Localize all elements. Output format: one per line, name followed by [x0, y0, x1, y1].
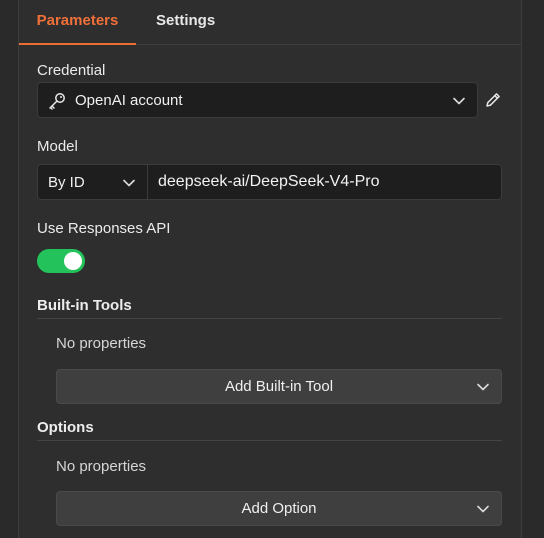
builtin-tools-heading: Built-in Tools: [37, 297, 132, 314]
chevron-down-icon: [123, 179, 135, 187]
add-option-label: Add Option: [241, 500, 317, 517]
tab-parameters[interactable]: Parameters: [19, 0, 136, 45]
model-id-value: deepseek-ai/DeepSeek-V4-Pro: [158, 173, 380, 190]
model-mode-select[interactable]: By ID: [37, 164, 148, 200]
divider: [37, 440, 502, 441]
model-mode-value: By ID: [48, 174, 85, 191]
options-heading: Options: [37, 419, 94, 436]
chevron-down-icon: [453, 97, 465, 105]
credential-select[interactable]: OpenAI account: [37, 82, 478, 118]
responses-api-label: Use Responses API: [37, 220, 171, 237]
tab-settings[interactable]: Settings: [156, 0, 215, 45]
responses-api-toggle[interactable]: [37, 249, 85, 273]
key-icon: [49, 93, 65, 110]
credential-label: Credential: [37, 62, 106, 79]
model-label: Model: [37, 138, 78, 155]
chevron-down-icon: [477, 383, 489, 391]
options-empty-text: No properties: [56, 458, 147, 475]
add-builtin-tool-label: Add Built-in Tool: [224, 378, 334, 395]
chevron-down-icon: [477, 505, 489, 513]
tab-bar: Parameters Settings: [19, 0, 521, 45]
divider: [37, 318, 502, 319]
toggle-knob: [64, 252, 82, 270]
add-builtin-tool-button[interactable]: Add Built-in Tool: [56, 369, 502, 404]
add-option-button[interactable]: Add Option: [56, 491, 502, 526]
builtin-tools-empty-text: No properties: [56, 335, 147, 352]
model-id-input[interactable]: deepseek-ai/DeepSeek-V4-Pro: [147, 164, 502, 200]
credential-value: OpenAI account: [75, 92, 183, 109]
pencil-icon[interactable]: [484, 91, 502, 109]
